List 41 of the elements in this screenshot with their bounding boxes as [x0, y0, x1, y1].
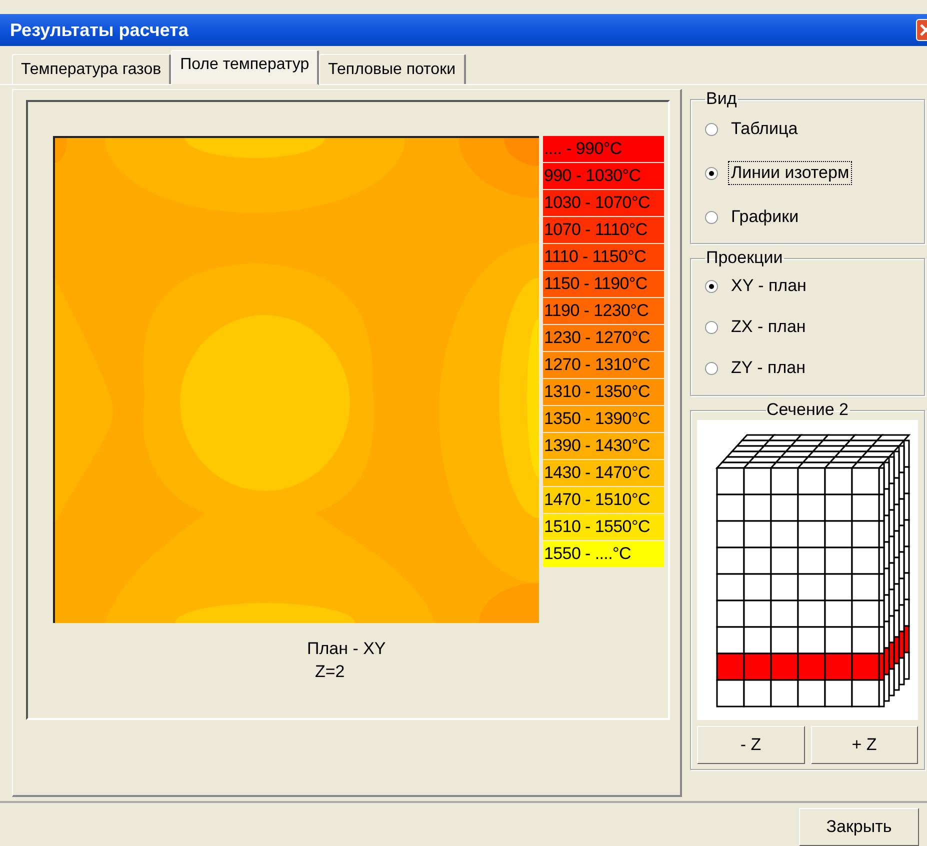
radio-label[interactable]: ZX - план [728, 315, 809, 339]
tab[interactable]: Температура газов [12, 54, 172, 84]
radio-button[interactable] [705, 210, 718, 224]
tab[interactable]: Тепловые потоки [319, 54, 466, 84]
legend-item: 1150 - 1190°C [543, 271, 664, 297]
plot-caption: План - XY [307, 639, 386, 659]
plot-caption: Z=2 [314, 662, 345, 682]
radio-button[interactable] [705, 122, 718, 136]
section-button[interactable]: - Z [697, 726, 804, 764]
radio-label[interactable]: Таблица [728, 117, 801, 141]
section-button[interactable]: + Z [810, 726, 918, 764]
legend-item: 1470 - 1510°C [543, 487, 664, 513]
radio-label[interactable]: Графики [728, 205, 802, 229]
legend-item: 1430 - 1470°C [543, 460, 664, 486]
legend-item: 1030 - 1070°C [543, 190, 664, 216]
legend-item: 1550 - ....°C [543, 541, 664, 567]
radio-button[interactable] [705, 362, 718, 374]
legend-item: 1310 - 1350°C [543, 379, 664, 405]
legend-item: 1070 - 1110°C [543, 217, 664, 243]
radio-button[interactable] [705, 320, 718, 334]
legend-item: 1190 - 1230°C [543, 298, 664, 324]
tab[interactable]: Поле температур [171, 50, 320, 85]
legend-item: .... - 990°C [543, 136, 664, 162]
legend-item: 1110 - 1150°C [543, 244, 664, 270]
legend-item: 1510 - 1550°C [543, 514, 664, 540]
legend-item: 1390 - 1430°C [543, 433, 664, 459]
close-button[interactable] [916, 19, 927, 41]
radio-label[interactable]: ZY - план [728, 356, 808, 380]
close-dialog-button[interactable]: Закрыть [799, 808, 919, 846]
group-title: Проекции [705, 248, 784, 268]
radio-label[interactable]: XY - план [728, 274, 810, 298]
legend-item: 990 - 1030°C [543, 163, 664, 189]
group-title: Сечение 2 [766, 400, 850, 420]
radio-button[interactable] [705, 166, 718, 180]
radio-label[interactable]: Линии изотерм [728, 161, 852, 185]
legend-item: 1350 - 1390°C [543, 406, 664, 432]
radio-button[interactable] [705, 280, 718, 292]
legend-item: 1230 - 1270°C [543, 325, 664, 351]
window-title: Результаты расчета [10, 20, 188, 40]
legend-item: 1270 - 1310°C [543, 352, 664, 378]
group-title: Вид [705, 89, 738, 109]
